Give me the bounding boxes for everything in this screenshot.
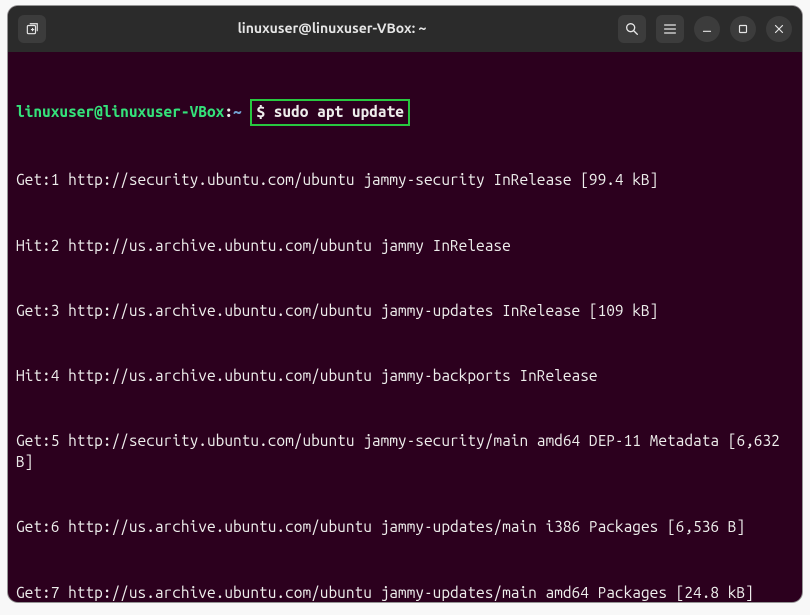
window-title: linuxuser@linuxuser-VBox: ~: [46, 19, 618, 39]
output-line: Get:3 http://us.archive.ubuntu.com/ubunt…: [16, 300, 794, 322]
prompt-path: ~: [233, 103, 242, 120]
output-line: Hit:4 http://us.archive.ubuntu.com/ubunt…: [16, 365, 794, 387]
highlighted-command: $ sudo apt update: [250, 99, 410, 126]
output-line: Get:1 http://security.ubuntu.com/ubuntu …: [16, 169, 794, 191]
search-button[interactable]: [618, 15, 646, 43]
close-button[interactable]: [766, 16, 792, 42]
maximize-button[interactable]: [730, 16, 756, 42]
terminal-viewport[interactable]: linuxuser@linuxuser-VBox:~ $ sudo apt up…: [8, 52, 802, 602]
prompt-user: linuxuser@linuxuser-VBox: [16, 103, 224, 120]
terminal-window: linuxuser@linuxuser-VBox: ~ linuxuser@li…: [8, 6, 802, 602]
minimize-button[interactable]: [694, 16, 720, 42]
titlebar: linuxuser@linuxuser-VBox: ~: [8, 6, 802, 52]
output-line: Hit:2 http://us.archive.ubuntu.com/ubunt…: [16, 235, 794, 257]
hamburger-menu-button[interactable]: [656, 15, 684, 43]
output-line: Get:6 http://us.archive.ubuntu.com/ubunt…: [16, 516, 794, 538]
prompt-sep: :: [224, 103, 233, 120]
output-line: Get:5 http://security.ubuntu.com/ubuntu …: [16, 430, 794, 473]
new-tab-button[interactable]: [18, 15, 46, 43]
prompt-line-1: linuxuser@linuxuser-VBox:~ $ sudo apt up…: [16, 99, 794, 126]
output-line: Get:7 http://us.archive.ubuntu.com/ubunt…: [16, 582, 794, 603]
